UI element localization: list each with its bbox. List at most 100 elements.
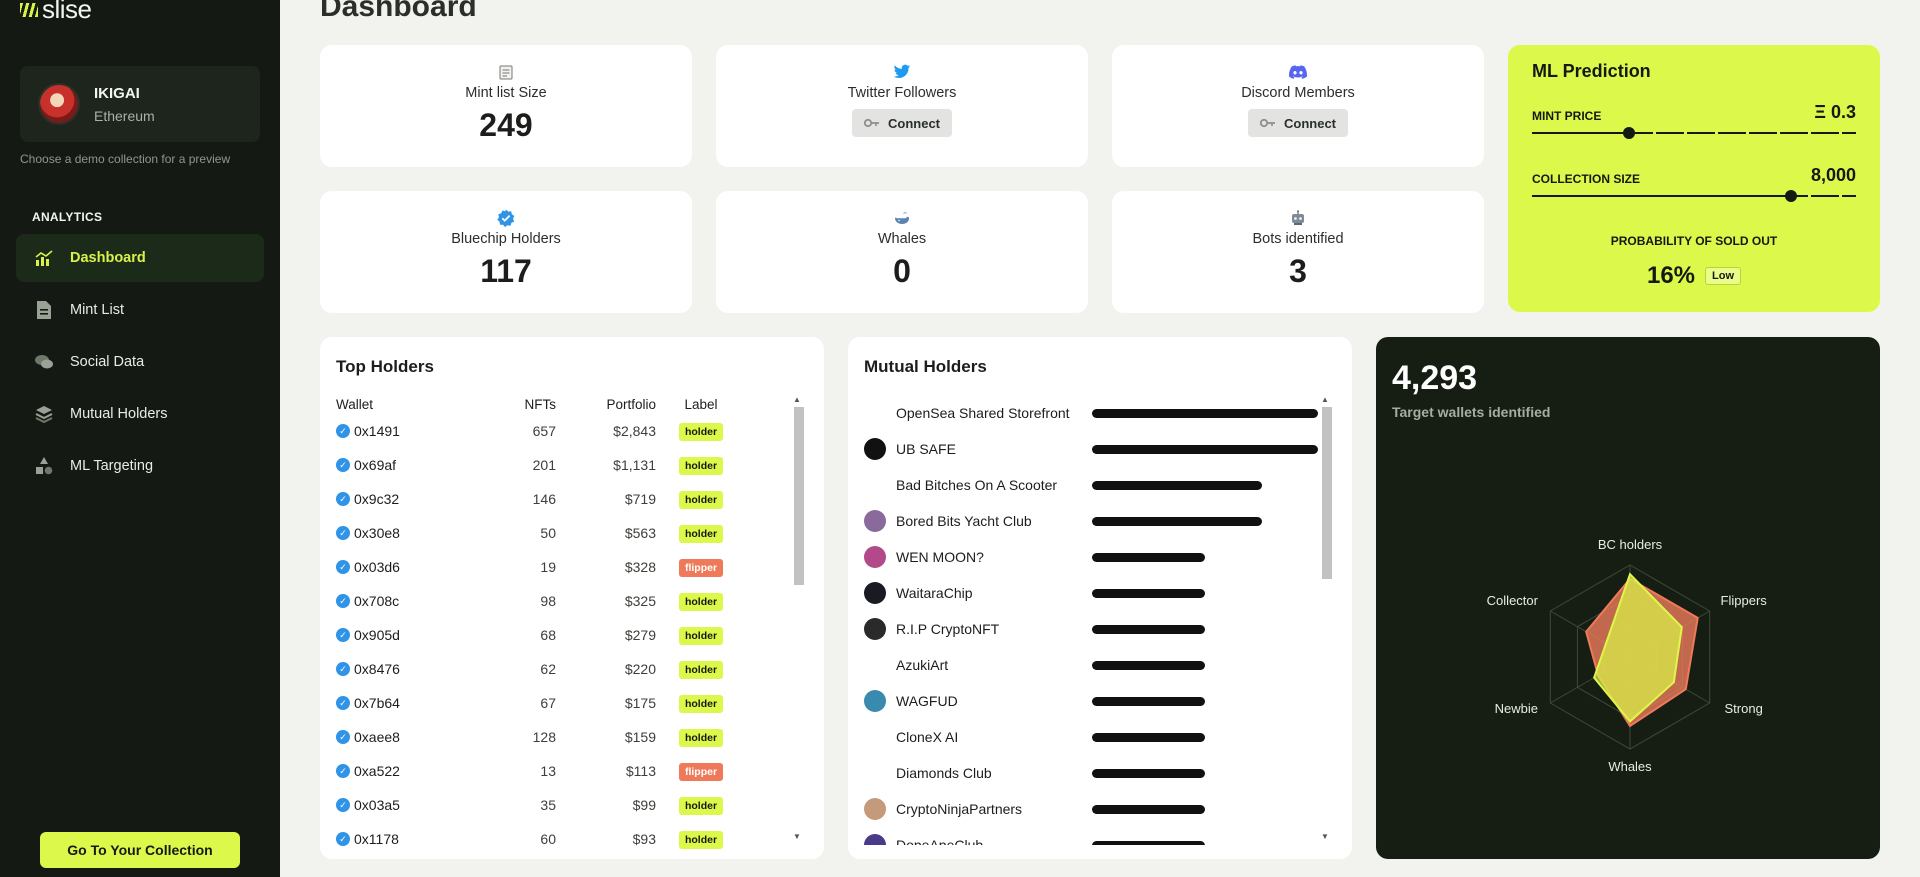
list-item[interactable]: WEN MOON? (864, 539, 1336, 575)
sidebar-item-mutual-holders[interactable]: Mutual Holders (16, 390, 264, 438)
portfolio-cell: $1,131 (613, 457, 656, 473)
table-row[interactable]: ✓ 0x8476 62 $220 holder (336, 652, 808, 686)
nfts-cell: 98 (540, 593, 556, 609)
table-row[interactable]: ✓ 0x9c32 146 $719 holder (336, 482, 808, 516)
table-row[interactable]: ✓ 0x1491 657 $2,843 holder (336, 414, 808, 448)
holders-scrollbar[interactable]: ▲ ▼ (792, 395, 804, 841)
collection-size-slider[interactable] (1532, 190, 1856, 202)
collection-name: WAGFUD (896, 693, 958, 709)
ml-prediction-title: ML Prediction (1532, 61, 1651, 81)
wallet-address: 0x1491 (354, 423, 400, 439)
sidebar-item-label: ML Targeting (70, 458, 154, 474)
verified-icon: ✓ (336, 492, 350, 506)
portfolio-cell: $325 (624, 593, 656, 609)
label-badge: holder (678, 490, 724, 509)
overlap-bar (1092, 804, 1205, 814)
slider-knob[interactable] (1785, 190, 1798, 202)
collection-name: Diamonds Club (896, 765, 992, 781)
scrollbar-thumb[interactable] (794, 407, 804, 585)
verified-icon: ✓ (336, 696, 350, 710)
radar-axis-label: Strong (1725, 701, 1763, 716)
stat-value: 249 (479, 107, 533, 143)
table-row[interactable]: ✓ 0x30e8 50 $563 holder (336, 516, 808, 550)
slider-knob[interactable] (1623, 127, 1636, 139)
table-row[interactable]: ✓ 0xa522 13 $113 flipper (336, 754, 808, 788)
wallet-cell[interactable]: ✓ 0x30e8 (336, 525, 486, 541)
sidebar-item-social-data[interactable]: Social Data (16, 338, 264, 386)
stat-label: Mint list Size (465, 85, 547, 101)
mint-price-slider[interactable] (1532, 127, 1856, 139)
connect-twitter-button[interactable]: Connect (852, 109, 952, 137)
wallet-cell[interactable]: ✓ 0x708c (336, 593, 486, 609)
table-row[interactable]: ✓ 0x708c 98 $325 holder (336, 584, 808, 618)
wallet-cell[interactable]: ✓ 0x69af (336, 457, 486, 473)
wallet-cell[interactable]: ✓ 0xa522 (336, 763, 486, 779)
verified-icon: ✓ (336, 832, 350, 846)
nfts-cell: 60 (540, 831, 556, 847)
list-item[interactable]: WaitaraChip (864, 575, 1336, 611)
list-item[interactable]: AzukiArt (864, 647, 1336, 683)
list-item[interactable]: DopeApeClub (864, 827, 1336, 845)
wallet-address: 0x03d6 (354, 559, 400, 575)
list-item[interactable]: Bored Bits Yacht Club (864, 503, 1336, 539)
wallet-cell[interactable]: ✓ 0x1491 (336, 423, 486, 439)
wallet-cell[interactable]: ✓ 0x03d6 (336, 559, 486, 575)
sidebar-item-dashboard[interactable]: Dashboard (16, 234, 264, 282)
overlap-bar (1092, 732, 1205, 742)
wallet-cell[interactable]: ✓ 0x7b64 (336, 695, 486, 711)
table-row[interactable]: ✓ 0x905d 68 $279 holder (336, 618, 808, 652)
list-item[interactable]: UB SAFE (864, 431, 1336, 467)
list-item[interactable]: CloneX AI (864, 719, 1336, 755)
wallet-address: 0x7b64 (354, 695, 400, 711)
mutual-holders-title: Mutual Holders (864, 357, 987, 376)
scrollbar-thumb[interactable] (1322, 407, 1332, 579)
list-item[interactable]: WAGFUD (864, 683, 1336, 719)
table-row[interactable]: ✓ 0x03a5 35 $99 holder (336, 788, 808, 822)
collection-name: CloneX AI (896, 729, 959, 745)
list-item[interactable]: OpenSea Shared Storefront (864, 395, 1336, 431)
scroll-down-icon[interactable]: ▼ (793, 832, 801, 841)
go-to-collection-button[interactable]: Go To Your Collection (40, 832, 240, 868)
scroll-down-icon[interactable]: ▼ (1321, 832, 1329, 841)
sidebar-item-mint-list[interactable]: Mint List (16, 286, 264, 334)
scroll-up-icon[interactable]: ▲ (1321, 395, 1329, 404)
mutual-holders-list: OpenSea Shared Storefront UB SAFE Bad Bitc… (864, 395, 1336, 845)
wallet-cell[interactable]: ✓ 0x1178 (336, 831, 486, 847)
wallet-cell[interactable]: ✓ 0x905d (336, 627, 486, 643)
nfts-cell: 13 (540, 763, 556, 779)
label-cell: flipper (656, 762, 746, 781)
wallet-cell[interactable]: ✓ 0x8476 (336, 661, 486, 677)
list-item[interactable]: Bad Bitches On A Scooter (864, 467, 1336, 503)
collection-name: R.I.P CryptoNFT (896, 621, 1000, 637)
verified-icon: ✓ (336, 560, 350, 574)
table-row[interactable]: ✓ 0xaee8 128 $159 holder (336, 720, 808, 754)
collection-avatar (864, 690, 886, 712)
label-badge: holder (678, 694, 724, 713)
app-logo[interactable]: slise (20, 0, 92, 25)
wallet-cell[interactable]: ✓ 0x03a5 (336, 797, 486, 813)
collection-name: Bad Bitches On A Scooter (896, 477, 1058, 493)
mutual-holders-panel: Mutual Holders OpenSea Shared Storefront… (848, 337, 1352, 859)
list-item[interactable]: CryptoNinjaPartners (864, 791, 1336, 827)
connect-discord-button[interactable]: Connect (1248, 109, 1348, 137)
wallet-cell[interactable]: ✓ 0x9c32 (336, 491, 486, 507)
overlap-bar (1092, 840, 1205, 845)
table-row[interactable]: ✓ 0x03d6 19 $328 flipper (336, 550, 808, 584)
table-row[interactable]: ✓ 0x7b64 67 $175 holder (336, 686, 808, 720)
top-holders-panel: Top Holders Wallet NFTs Portfolio Label … (320, 337, 824, 859)
nfts-cell: 146 (532, 491, 556, 507)
verified-icon: ✓ (336, 798, 350, 812)
table-row[interactable]: ✓ 0x1178 60 $93 holder (336, 822, 808, 856)
portfolio-cell: $563 (624, 525, 656, 541)
list-item[interactable]: Diamonds Club (864, 755, 1336, 791)
label-badge: holder (678, 592, 724, 611)
table-row[interactable]: ✓ 0x69af 201 $1,131 holder (336, 448, 808, 482)
scroll-up-icon[interactable]: ▲ (793, 395, 801, 404)
collection-size-value: 8,000 (1810, 165, 1856, 185)
collection-selector[interactable]: IKIGAI Ethereum (20, 66, 260, 142)
collection-avatar (864, 834, 886, 845)
mutual-scrollbar[interactable]: ▲ ▼ (1320, 395, 1332, 841)
wallet-cell[interactable]: ✓ 0xaee8 (336, 729, 486, 745)
list-item[interactable]: R.I.P CryptoNFT (864, 611, 1336, 647)
sidebar-item-ml-targeting[interactable]: ML Targeting (16, 442, 264, 490)
